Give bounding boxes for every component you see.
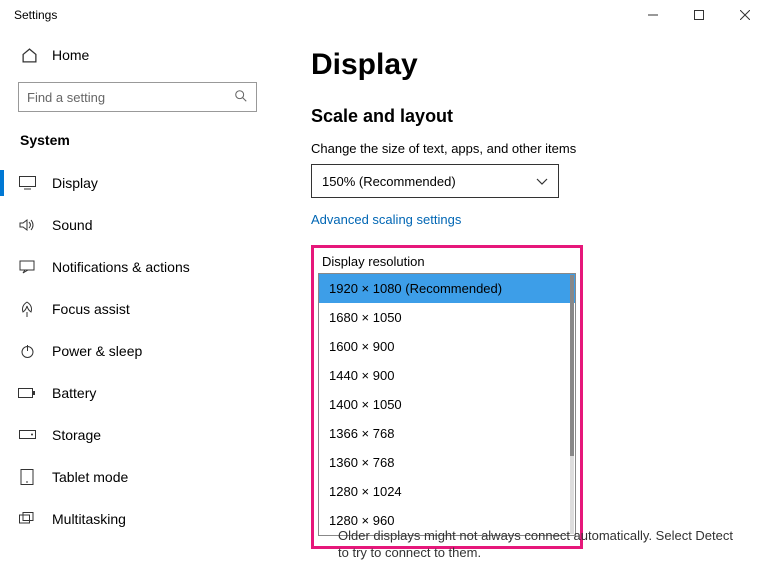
dropdown-scrollbar[interactable]: [570, 275, 574, 534]
page-title: Display: [311, 48, 744, 82]
minimize-button[interactable]: [630, 0, 676, 30]
close-button[interactable]: [722, 0, 768, 30]
chevron-down-icon: [536, 174, 548, 189]
resolution-option[interactable]: 1920 × 1080 (Recommended): [319, 274, 575, 303]
sidebar-item-label: Power & sleep: [52, 343, 142, 359]
window-title: Settings: [14, 8, 57, 22]
sidebar-item-label: Storage: [52, 427, 101, 443]
display-icon: [18, 174, 36, 192]
sidebar-item-tablet-mode[interactable]: Tablet mode: [0, 456, 275, 498]
maximize-button[interactable]: [676, 0, 722, 30]
tablet-icon: [18, 468, 36, 486]
home-icon: [20, 46, 38, 64]
sidebar-item-notifications[interactable]: Notifications & actions: [0, 246, 275, 288]
sidebar-item-label: Notifications & actions: [52, 259, 190, 275]
search-placeholder: Find a setting: [27, 90, 105, 105]
sidebar-item-battery[interactable]: Battery: [0, 372, 275, 414]
power-icon: [18, 342, 36, 360]
search-icon: [234, 89, 248, 106]
sidebar-item-multitasking[interactable]: Multitasking: [0, 498, 275, 540]
content-area: Display Scale and layout Change the size…: [275, 30, 768, 564]
sidebar-item-label: Multitasking: [52, 511, 126, 527]
resolution-option[interactable]: 1360 × 768: [319, 448, 575, 477]
sidebar-item-power-sleep[interactable]: Power & sleep: [0, 330, 275, 372]
resolution-dropdown[interactable]: 1920 × 1080 (Recommended) 1680 × 1050 16…: [318, 273, 576, 536]
sidebar-item-label: Battery: [52, 385, 96, 401]
sidebar-item-label: Display: [52, 175, 98, 191]
sidebar-item-focus-assist[interactable]: Focus assist: [0, 288, 275, 330]
focus-assist-icon: [18, 300, 36, 318]
search-input[interactable]: Find a setting: [18, 82, 257, 112]
home-label: Home: [52, 47, 89, 63]
footer-helper-text: Older displays might not always connect …: [338, 528, 738, 562]
home-nav[interactable]: Home: [0, 36, 275, 74]
resolution-option[interactable]: 1366 × 768: [319, 419, 575, 448]
sidebar-item-storage[interactable]: Storage: [0, 414, 275, 456]
resolution-option[interactable]: 1280 × 1024: [319, 477, 575, 506]
sidebar-item-label: Sound: [52, 217, 92, 233]
section-title: System: [0, 122, 275, 156]
sidebar-item-label: Tablet mode: [52, 469, 128, 485]
scale-value: 150% (Recommended): [322, 174, 456, 189]
advanced-scaling-link[interactable]: Advanced scaling settings: [311, 212, 744, 227]
scale-select[interactable]: 150% (Recommended): [311, 164, 559, 198]
sound-icon: [18, 216, 36, 234]
multitasking-icon: [18, 510, 36, 528]
titlebar: Settings: [0, 0, 768, 30]
sidebar: Home Find a setting System Display Sound: [0, 30, 275, 564]
storage-icon: [18, 426, 36, 444]
resolution-option[interactable]: 1440 × 900: [319, 361, 575, 390]
resolution-highlight-box: Display resolution 1920 × 1080 (Recommen…: [311, 245, 583, 549]
battery-icon: [18, 384, 36, 402]
sidebar-item-display[interactable]: Display: [0, 162, 275, 204]
resolution-option[interactable]: 1400 × 1050: [319, 390, 575, 419]
notifications-icon: [18, 258, 36, 276]
sidebar-item-label: Focus assist: [52, 301, 130, 317]
resolution-option[interactable]: 1680 × 1050: [319, 303, 575, 332]
resolution-option[interactable]: 1600 × 900: [319, 332, 575, 361]
sidebar-item-sound[interactable]: Sound: [0, 204, 275, 246]
scale-heading: Scale and layout: [311, 106, 744, 127]
resolution-label: Display resolution: [318, 252, 576, 273]
scale-label: Change the size of text, apps, and other…: [311, 141, 744, 156]
